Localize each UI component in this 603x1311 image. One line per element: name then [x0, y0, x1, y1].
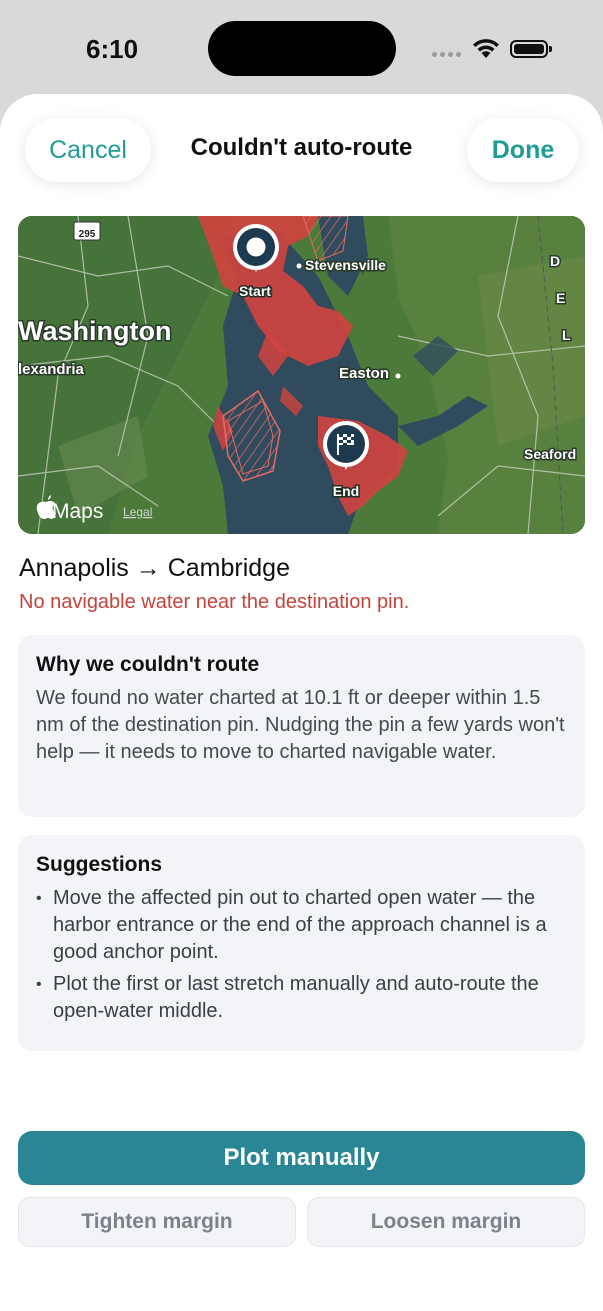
why-card-heading: Why we couldn't route	[36, 653, 260, 676]
status-time: 6:10	[86, 34, 139, 64]
battery-icon	[510, 40, 552, 58]
route-sheet: Cancel Couldn't auto-route Done 295 Wash…	[0, 94, 603, 1311]
start-marker-icon	[246, 237, 266, 257]
cellular-signal-icon	[432, 52, 461, 57]
suggestions-list: Move the affected pin out to charted ope…	[36, 885, 567, 1025]
map-label-delaware-d: D	[550, 253, 560, 269]
wifi-icon	[473, 39, 499, 58]
loosen-margin-button[interactable]: Loosen margin	[307, 1197, 585, 1247]
status-bar: 6:10	[0, 0, 603, 96]
why-card-body: We found no water charted at 10.1 ft or …	[36, 687, 565, 763]
suggestion-item: Move the affected pin out to charted ope…	[36, 885, 567, 966]
suggestion-item: Plot the first or last stretch manually …	[36, 971, 567, 1025]
dynamic-island	[208, 21, 396, 76]
tighten-margin-button[interactable]: Tighten margin	[18, 1197, 296, 1247]
route-shield-number: 295	[79, 229, 96, 240]
done-button[interactable]: Done	[467, 118, 579, 182]
map-label-easton: Easton	[339, 365, 389, 382]
end-label: End	[333, 483, 359, 499]
why-card: Why we couldn't route We found no water …	[18, 635, 585, 817]
route-title: Annapolis → Cambridge	[19, 554, 290, 582]
map-label-washington: Washington	[18, 316, 171, 346]
plot-manually-button[interactable]: Plot manually	[18, 1131, 585, 1185]
route-error-message: No navigable water near the destination …	[19, 591, 410, 613]
cancel-button[interactable]: Cancel	[25, 118, 151, 182]
start-label: Start	[239, 283, 271, 299]
map-label-stevensville: Stevensville	[305, 257, 386, 273]
route-map[interactable]: 295 Washington lexandria Stevensville Ea…	[18, 216, 585, 534]
map-label-delaware-e: E	[556, 290, 565, 306]
map-label-alexandria: lexandria	[18, 361, 85, 378]
maps-wordmark: Maps	[52, 500, 103, 523]
map-label-seaford: Seaford	[524, 446, 576, 462]
sheet-title: Couldn't auto-route	[190, 134, 413, 161]
route-295-shield-icon: 295	[73, 221, 101, 241]
suggestions-card: Suggestions Move the affected pin out to…	[18, 835, 585, 1051]
map-label-delaware-l: L	[562, 327, 571, 343]
legal-link[interactable]: Legal	[123, 505, 152, 519]
suggestions-heading: Suggestions	[36, 853, 163, 876]
